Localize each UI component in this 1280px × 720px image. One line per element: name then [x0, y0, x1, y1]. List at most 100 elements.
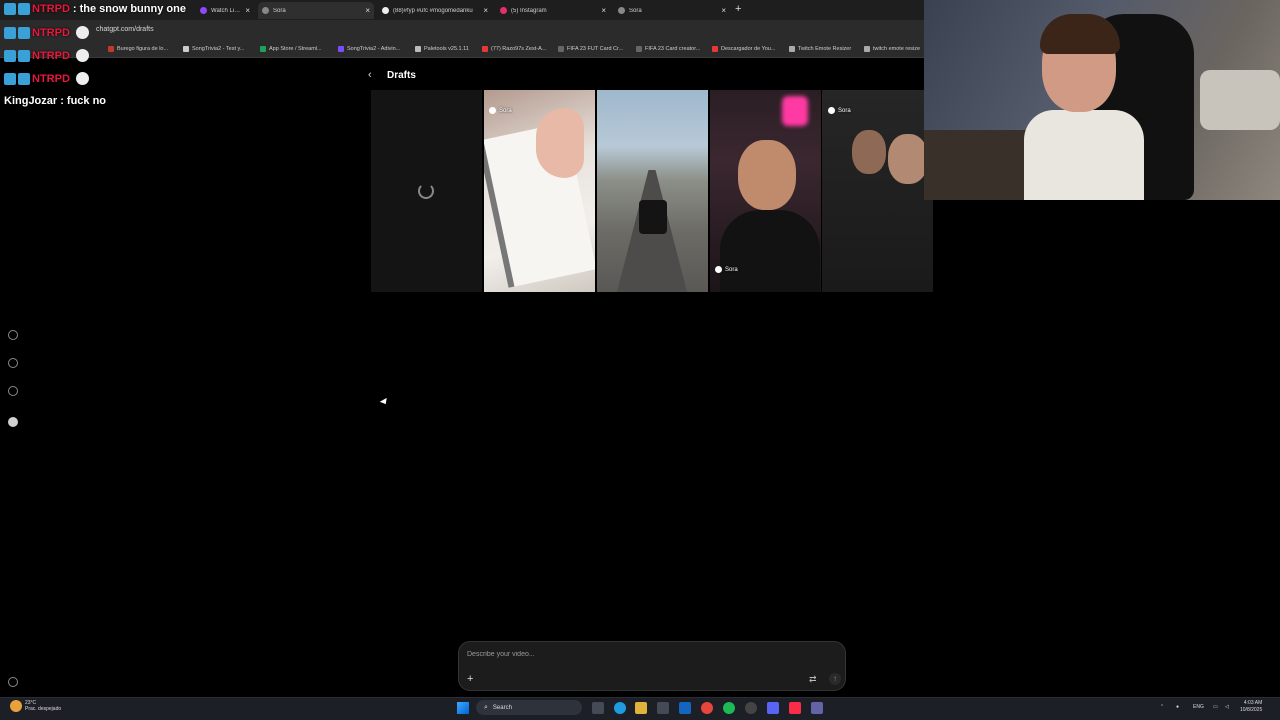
close-icon[interactable]: ×	[601, 6, 606, 15]
taskbar-search[interactable]: ⌕ Search	[476, 700, 582, 715]
bookmark-icon	[789, 46, 795, 52]
draft-video-tile[interactable]: Sora	[484, 90, 595, 292]
new-tab-button[interactable]: +	[735, 3, 741, 15]
bookmark-item[interactable]: twitch emote resize	[864, 46, 920, 52]
discord-icon[interactable]	[767, 702, 779, 714]
outlook-icon[interactable]	[679, 702, 691, 714]
badge-icon	[18, 3, 30, 15]
send-button[interactable]: ↑	[829, 673, 841, 685]
system-clock[interactable]: 4:03 AM 10/8/2025	[1240, 700, 1262, 714]
browser-tab[interactable]: (5) Instagram ×	[496, 2, 610, 19]
mic-icon[interactable]: ●	[1176, 704, 1179, 710]
badge-icon	[4, 72, 16, 85]
skull-emote-icon	[75, 49, 89, 62]
profile-icon[interactable]	[8, 417, 18, 427]
bookmark-item[interactable]: FIFA 23 FUT Card Cr...	[558, 46, 623, 52]
settings-toggle-button[interactable]: ⇄	[809, 674, 817, 685]
bookmark-icon	[108, 46, 114, 52]
sora-icon	[489, 107, 496, 114]
loading-spinner-icon	[418, 183, 434, 199]
chat-message: NTRPD	[4, 26, 89, 39]
network-icon[interactable]: ▭	[1213, 704, 1218, 710]
music-icon[interactable]	[789, 702, 801, 714]
store-icon[interactable]	[657, 702, 669, 714]
settings-icon[interactable]	[8, 677, 18, 687]
bookmark-icon	[712, 46, 718, 52]
bookmark-item[interactable]: SongTrivia2 - Adivin...	[338, 46, 400, 52]
tiktok-icon	[382, 7, 389, 14]
bookmark-item[interactable]: Twitch Emote Resizer	[789, 46, 851, 52]
sora-icon	[715, 266, 722, 273]
sora-icon	[828, 107, 835, 114]
language-indicator[interactable]: ENG	[1193, 704, 1204, 710]
draft-video-tile[interactable]	[597, 90, 708, 292]
draft-video-tile[interactable]: Sora	[822, 90, 933, 292]
webcam-overlay	[924, 0, 1280, 200]
bookmark-icon	[338, 46, 344, 52]
bookmark-item[interactable]: SongTrivia2 - Test y...	[183, 46, 244, 52]
bookmark-icon	[183, 46, 189, 52]
bookmark-item[interactable]: Burego figura de lo...	[108, 46, 168, 52]
search-icon[interactable]	[8, 358, 18, 368]
bookmark-icon	[864, 46, 870, 52]
sora-icon	[262, 7, 269, 14]
task-view-icon[interactable]	[592, 702, 604, 714]
url-text[interactable]: chatgpt.com/drafts	[96, 26, 154, 33]
badge-icon	[18, 72, 30, 85]
sora-icon	[618, 7, 625, 14]
skull-emote-icon	[75, 72, 89, 85]
face-image	[852, 130, 886, 174]
bookmark-icon	[636, 46, 642, 52]
bookmark-item[interactable]: Paletools v25.1.11	[415, 46, 469, 52]
neon-sign-image	[782, 96, 808, 126]
draft-video-tile[interactable]: Sora	[710, 90, 821, 292]
home-icon[interactable]	[8, 330, 18, 340]
badge-icon	[4, 49, 16, 62]
pillows-image	[1200, 70, 1280, 130]
browser-tab[interactable]: Watch Live o ×	[196, 2, 254, 19]
chrome-icon[interactable]	[701, 702, 713, 714]
chat-message: NTRPD	[4, 72, 89, 85]
vehicle-image	[639, 200, 667, 234]
browser-tab[interactable]: Sora ×	[614, 2, 730, 19]
prompt-input[interactable]	[467, 651, 767, 658]
add-media-button[interactable]: +	[467, 673, 473, 685]
badge-icon	[18, 49, 30, 62]
tray-chevron-icon[interactable]: ⌃	[1160, 704, 1164, 710]
windows-start-icon[interactable]	[457, 702, 469, 714]
badge-icon	[4, 3, 16, 15]
chat-message: NTRPD	[4, 49, 89, 62]
instagram-icon	[500, 7, 507, 14]
bookmark-icon	[260, 46, 266, 52]
draft-loading-tile[interactable]	[371, 90, 482, 292]
close-icon[interactable]: ×	[721, 6, 726, 15]
person-image	[720, 210, 820, 292]
close-icon[interactable]: ×	[365, 6, 370, 15]
mouse-cursor-icon	[379, 397, 390, 407]
bookmark-item[interactable]: Descargador de You...	[712, 46, 775, 52]
folder-icon[interactable]	[635, 702, 647, 714]
weather-icon	[10, 700, 22, 712]
back-button[interactable]: ‹	[368, 69, 372, 81]
bookmark-icon	[482, 46, 488, 52]
spotify-icon[interactable]	[723, 702, 735, 714]
close-icon[interactable]: ×	[245, 6, 250, 15]
teams-icon[interactable]	[811, 702, 823, 714]
hand-image	[536, 108, 584, 178]
sora-watermark: Sora	[828, 107, 851, 114]
browser-tab-active[interactable]: Sora ×	[258, 2, 374, 19]
face-image	[738, 140, 796, 210]
bookmark-item[interactable]: App Store / Streaml...	[260, 46, 322, 52]
edge-icon[interactable]	[614, 702, 626, 714]
close-icon[interactable]: ×	[483, 6, 488, 15]
browser-tab[interactable]: (88)#fyp #ufc #mogomedanku ×	[378, 2, 492, 19]
weather-widget[interactable]: 23°C Prac. despejado	[10, 700, 61, 712]
bookmark-item[interactable]: (77) Razo97s Zest-A...	[482, 46, 546, 52]
volume-icon[interactable]: ◁	[1225, 704, 1229, 710]
person-body-image	[1024, 110, 1144, 200]
bell-icon[interactable]	[8, 386, 18, 396]
bookmark-item[interactable]: FIFA 23 Card creator...	[636, 46, 700, 52]
chat-message: KingJozar : fuck no	[4, 95, 107, 107]
page-title: Drafts	[387, 70, 416, 81]
obs-icon[interactable]	[745, 702, 757, 714]
